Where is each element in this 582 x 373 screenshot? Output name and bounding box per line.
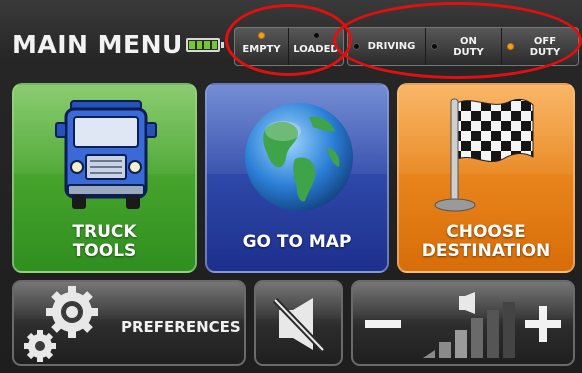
globe-icon: [245, 103, 353, 211]
status-dot-icon: [353, 43, 360, 50]
status-dot-icon: [431, 43, 438, 50]
gears-icon: [24, 286, 98, 362]
mute-button[interactable]: [254, 280, 343, 366]
truck-tools-label: TRUCK TOOLS: [72, 222, 137, 261]
preferences-label: PREFERENCES: [121, 318, 241, 336]
empty-label: EMPTY: [242, 44, 281, 55]
main-menu-screen: MAIN MENU EMPTY LOADED DRIVING ON DUTY O…: [0, 0, 582, 373]
volume-down-button[interactable]: [353, 282, 413, 364]
truck-tools-button[interactable]: TRUCK TOOLS: [12, 83, 197, 273]
load-status-group: EMPTY LOADED: [234, 27, 344, 66]
volume-level-icon: [423, 292, 515, 358]
battery-full-icon: [186, 38, 224, 52]
preferences-button[interactable]: PREFERENCES: [12, 280, 246, 366]
plus-icon: [525, 306, 561, 342]
duty-status-group: DRIVING ON DUTY OFF DUTY: [347, 27, 579, 66]
status-dot-icon: [258, 32, 265, 39]
off-duty-toggle[interactable]: OFF DUTY: [502, 28, 578, 65]
volume-up-button[interactable]: [517, 282, 573, 364]
loaded-label: LOADED: [293, 44, 339, 55]
loaded-toggle[interactable]: LOADED: [289, 28, 343, 65]
status-dot-icon: [312, 32, 320, 39]
speaker-muted-icon: [272, 297, 326, 353]
choose-destination-button[interactable]: CHOOSE DESTINATION: [397, 83, 575, 273]
choose-destination-label: CHOOSE DESTINATION: [421, 222, 551, 261]
empty-toggle[interactable]: EMPTY: [235, 28, 289, 65]
checkered-flag-icon: [434, 98, 534, 212]
truck-icon: [55, 100, 157, 209]
driving-toggle[interactable]: DRIVING: [348, 28, 426, 65]
status-dot-icon: [507, 43, 514, 50]
minus-icon: [365, 320, 401, 328]
driving-label: DRIVING: [367, 41, 416, 52]
page-title: MAIN MENU: [12, 30, 183, 59]
go-to-map-button[interactable]: GO TO MAP: [205, 83, 389, 273]
on-duty-toggle[interactable]: ON DUTY: [426, 28, 502, 65]
go-to-map-label: GO TO MAP: [242, 232, 352, 252]
volume-control: [351, 280, 575, 366]
on-duty-label: ON DUTY: [453, 35, 484, 58]
off-duty-label: OFF DUTY: [529, 35, 561, 58]
